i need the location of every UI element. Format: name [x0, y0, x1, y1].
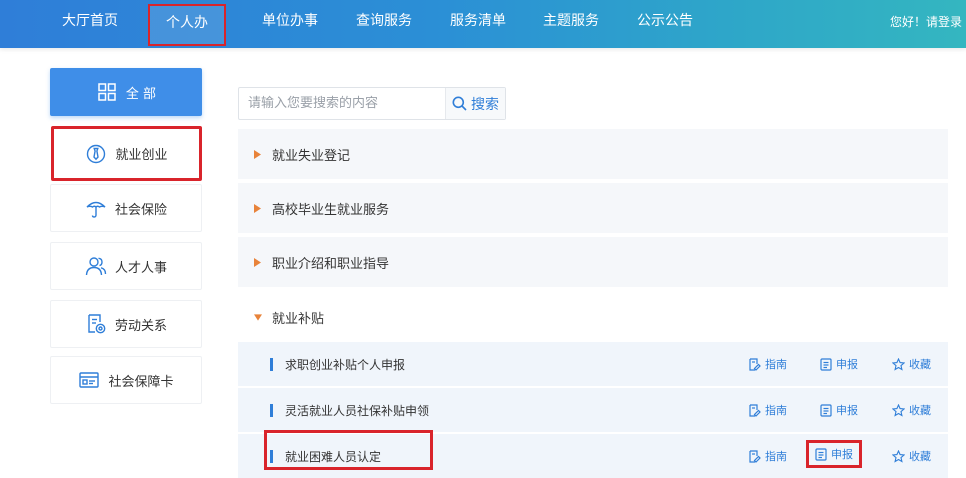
- search-button[interactable]: 搜索: [445, 88, 505, 119]
- apply-button[interactable]: 申报: [820, 352, 858, 376]
- nav-item-unit-affairs[interactable]: 单位办事: [262, 0, 318, 42]
- star-icon: [892, 357, 905, 371]
- search-icon: [452, 96, 467, 111]
- category-row-employment-registration[interactable]: 就业失业登记: [238, 129, 948, 179]
- top-navigation-bar: 大厅首页 个人办 单位办事 查询服务 服务清单 主题服务 公示公告 您好！请登录: [0, 0, 966, 48]
- sidebar-item-social-security-card[interactable]: 社会保障卡: [50, 356, 202, 404]
- sidebar-item-label: 全 部: [125, 86, 157, 102]
- guide-label: 指南: [765, 358, 787, 371]
- triangle-right-icon: [254, 257, 262, 267]
- nav-item-announcements[interactable]: 公示公告: [637, 0, 693, 42]
- guide-button[interactable]: 指南: [748, 352, 787, 376]
- login-greeting-link[interactable]: 您好！请登录: [890, 0, 962, 44]
- grid-icon: [96, 81, 118, 103]
- category-label: 就业失业登记: [272, 148, 351, 164]
- sidebar-item-talent-personnel[interactable]: 人才人事: [50, 242, 202, 290]
- guide-label: 指南: [765, 404, 787, 417]
- sidebar-item-labor-relations[interactable]: 劳动关系: [50, 300, 202, 348]
- triangle-right-icon: [254, 203, 262, 213]
- nav-item-service-list[interactable]: 服务清单: [450, 0, 506, 42]
- service-title-highlight: [264, 430, 433, 470]
- category-row-graduate-employment[interactable]: 高校毕业生就业服务: [238, 183, 948, 233]
- favorite-label: 收藏: [909, 358, 931, 371]
- guide-button[interactable]: 指南: [748, 398, 787, 422]
- search-input[interactable]: [239, 88, 445, 119]
- umbrella-icon: [85, 197, 107, 219]
- apply-button[interactable]: 申报: [806, 440, 862, 468]
- sidebar-item-label: 社会保障卡: [108, 374, 174, 390]
- category-label: 高校毕业生就业服务: [272, 202, 390, 218]
- row-marker: [270, 357, 273, 371]
- sidebar-item-label: 就业创业: [115, 148, 168, 163]
- service-title[interactable]: 灵活就业人员社保补贴申领: [285, 402, 429, 419]
- guide-button[interactable]: 指南: [748, 444, 787, 468]
- row-marker: [270, 403, 273, 417]
- favorite-label: 收藏: [909, 450, 931, 463]
- nav-item-hall-home[interactable]: 大厅首页: [62, 0, 118, 42]
- nav-item-theme-service[interactable]: 主题服务: [543, 0, 599, 42]
- triangle-right-icon: [254, 149, 262, 159]
- apply-label: 申报: [836, 358, 858, 371]
- guide-icon: [749, 357, 761, 371]
- sidebar-item-label: 劳动关系: [114, 318, 167, 334]
- category-label: 就业补贴: [272, 311, 325, 327]
- nav-item-personal[interactable]: 个人办: [148, 4, 226, 46]
- star-icon: [892, 403, 905, 417]
- favorite-label: 收藏: [909, 404, 931, 417]
- service-title[interactable]: 求职创业补贴个人申报: [285, 356, 405, 373]
- apply-button[interactable]: 申报: [820, 398, 858, 422]
- guide-icon: [749, 403, 761, 417]
- guide-icon: [749, 449, 761, 463]
- sidebar-item-label: 人才人事: [114, 260, 167, 276]
- star-icon: [892, 449, 905, 463]
- favorite-button[interactable]: 收藏: [892, 444, 931, 468]
- apply-label: 申报: [831, 448, 853, 461]
- category-row-employment-subsidy[interactable]: 就业补贴: [238, 292, 948, 342]
- guide-label: 指南: [765, 450, 787, 463]
- tie-icon: [85, 143, 107, 165]
- apply-icon: [815, 447, 827, 461]
- nav-item-query-service[interactable]: 查询服务: [356, 0, 412, 42]
- card-icon: [78, 369, 100, 391]
- sidebar-item-label: 社会保险: [114, 202, 167, 218]
- apply-icon: [820, 403, 832, 417]
- triangle-down-icon: [254, 312, 262, 322]
- apply-icon: [820, 357, 832, 371]
- sidebar-item-all[interactable]: 全 部: [50, 68, 202, 116]
- search-box: 搜索: [238, 87, 506, 120]
- category-label: 职业介绍和职业指导: [272, 256, 390, 272]
- search-button-label: 搜索: [471, 96, 499, 113]
- document-gear-icon: [85, 313, 107, 335]
- sidebar-item-social-insurance[interactable]: 社会保险: [50, 184, 202, 232]
- favorite-button[interactable]: 收藏: [892, 398, 931, 422]
- favorite-button[interactable]: 收藏: [892, 352, 931, 376]
- category-row-career-guidance[interactable]: 职业介绍和职业指导: [238, 237, 948, 287]
- sidebar-item-employment[interactable]: 就业创业: [51, 126, 202, 181]
- users-icon: [85, 255, 107, 277]
- apply-label: 申报: [836, 404, 858, 417]
